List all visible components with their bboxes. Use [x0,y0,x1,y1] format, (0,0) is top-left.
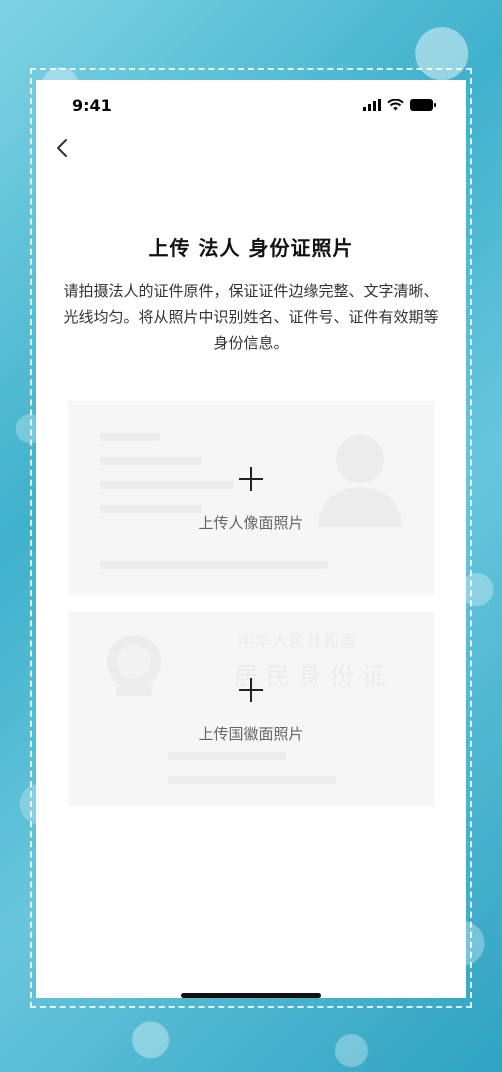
upload-portrait-label: 上传人像面照片 [198,514,304,532]
back-button[interactable] [48,134,76,162]
add-icon [239,678,263,702]
phone-screen: 9:41 上传 法人 身份证照片 请拍摄法人的证件原件，保证证件边缘完整、文字清… [36,80,466,998]
placeholder-line [100,433,160,441]
national-emblem-icon [107,635,161,696]
battery-icon [410,99,436,111]
placeholder-line [168,752,286,760]
chevron-left-icon [57,139,67,157]
placeholder-line [100,561,328,569]
upload-emblem-card[interactable]: 中华人民共和国 居民身份证 上传国徽面照片 [68,612,434,806]
status-icons [363,99,436,111]
placeholder-line [168,776,336,784]
home-indicator [181,993,321,998]
status-time: 9:41 [72,96,112,115]
wifi-icon [387,99,404,111]
upload-portrait-card[interactable]: 上传人像面照片 [68,401,434,595]
placeholder-line [100,457,202,465]
signal-icon [363,99,381,111]
id-card-watermark-top: 中华人民共和国 [238,632,358,651]
page-description: 请拍摄法人的证件原件，保证证件边缘完整、文字清晰、光线均匀。将从照片中识别姓名、… [63,282,439,352]
upload-emblem-label: 上传国徽面照片 [198,725,304,743]
placeholder-line [100,481,234,489]
add-icon [239,467,263,491]
status-bar: 9:41 [36,80,466,130]
page-title: 上传 法人 身份证照片 [148,236,354,260]
